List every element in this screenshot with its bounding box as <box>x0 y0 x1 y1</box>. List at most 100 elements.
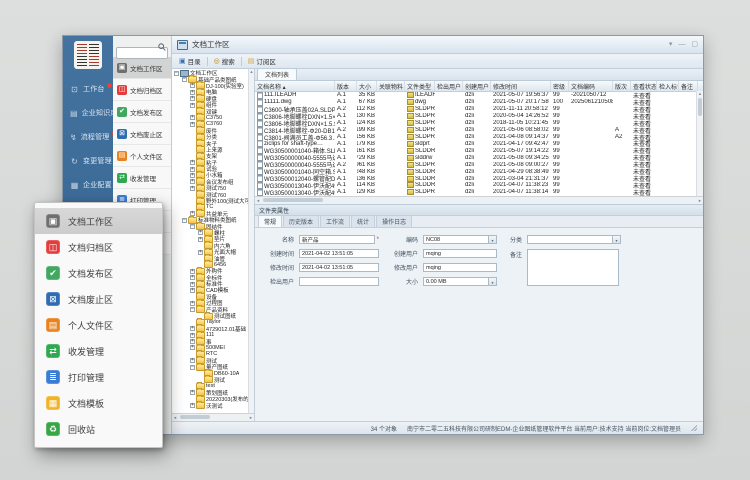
properties-tab-0[interactable]: 常规 <box>258 215 282 227</box>
toolbar-button-catalog[interactable]: ▣目录 <box>175 55 205 67</box>
tree-node[interactable]: +沃测试 <box>172 402 254 408</box>
tree-expander[interactable]: + <box>190 390 195 395</box>
sidebar-item-process[interactable]: ↯流程管理 <box>63 125 113 149</box>
search-icon[interactable] <box>158 43 166 51</box>
table-horizontal-scrollbar[interactable]: ◄ ► <box>255 196 703 204</box>
remark-field[interactable] <box>527 249 619 286</box>
properties-tab-1[interactable]: 历史版本 <box>283 215 319 227</box>
sidebar-item-knowledge[interactable]: ▤企业知识库 <box>63 101 113 125</box>
menu-item-publish[interactable]: ✔文档发布区 <box>113 101 171 123</box>
checkout-user-field[interactable] <box>299 277 379 286</box>
tree-expander[interactable]: + <box>190 173 195 178</box>
tree-expander[interactable]: + <box>190 167 195 172</box>
scrollbar-thumb[interactable] <box>698 98 702 116</box>
modify-user-field[interactable] <box>423 263 497 272</box>
window-collapse-button[interactable]: ▾ <box>669 40 673 50</box>
menu-item-workspace[interactable]: ▣文档工作区 <box>113 57 171 79</box>
tree-expander[interactable]: − <box>190 307 195 312</box>
tree-expander[interactable]: + <box>190 115 195 120</box>
resize-grip[interactable] <box>691 425 697 431</box>
tree-expander[interactable]: + <box>190 103 195 108</box>
tree-expander[interactable]: − <box>182 77 187 82</box>
properties-tab-2[interactable]: 工作流 <box>320 215 350 227</box>
sidebar-item-config[interactable]: ▦企业配置 <box>63 173 113 197</box>
properties-tab-3[interactable]: 统计 <box>351 215 375 227</box>
tree-expander[interactable]: + <box>190 301 195 306</box>
create-time-field[interactable] <box>299 249 379 258</box>
tree-expander[interactable]: − <box>190 224 195 229</box>
tree-expander[interactable]: − <box>174 71 179 76</box>
column-header-create_user[interactable]: 创建用户 <box>463 81 491 91</box>
tree-expander[interactable]: + <box>190 326 195 331</box>
scroll-right-icon[interactable]: ► <box>249 414 253 421</box>
menu-item-archive[interactable]: ◫文档归档区 <box>113 79 171 101</box>
toolbar-button-subscribe[interactable]: ▤订阅区 <box>244 55 280 67</box>
tree-expander[interactable]: + <box>190 275 195 280</box>
tree-expander[interactable]: + <box>190 282 195 287</box>
tree-expander[interactable]: − <box>190 365 195 370</box>
tree-expander[interactable]: + <box>190 160 195 165</box>
menu-item-obsolete[interactable]: ⊠文档废止区 <box>35 286 162 312</box>
tree-expander[interactable]: + <box>190 339 195 344</box>
menu-item-sendrecv[interactable]: ⇄收发管理 <box>35 338 162 364</box>
tab-document-list[interactable]: 文档列表 <box>257 68 297 80</box>
tree-expander[interactable]: + <box>198 230 203 235</box>
scroll-left-icon[interactable]: ◄ <box>173 414 177 421</box>
modify-time-field[interactable] <box>299 263 379 272</box>
column-header-checkout_user[interactable]: 检出用户 <box>435 81 463 91</box>
menu-item-archive[interactable]: ◫文档归档区 <box>35 234 162 260</box>
tree-expander[interactable]: + <box>198 237 203 242</box>
tree-expander[interactable]: + <box>190 269 195 274</box>
column-header-material[interactable]: 关联物料 <box>377 81 405 91</box>
sidebar-item-workbench[interactable]: ⊡工作台 <box>63 77 113 101</box>
create-user-field[interactable] <box>423 249 497 258</box>
column-header-name[interactable]: 文档名称 ▴ <box>255 81 335 91</box>
column-header-filetype[interactable]: 文件类型 <box>405 81 435 91</box>
tree-expander[interactable]: + <box>190 122 195 127</box>
tree-expander[interactable]: + <box>190 333 195 338</box>
table-row[interactable]: WG30500013040-伊沃配490…A.1129 KBSLDPRTdzli… <box>255 189 703 196</box>
column-header-remark[interactable]: 备注 <box>679 81 698 91</box>
tree-expander[interactable]: + <box>190 288 195 293</box>
tree-expander[interactable]: + <box>190 179 195 184</box>
column-header-rev[interactable]: 版次 <box>613 81 631 91</box>
tree-expander[interactable]: + <box>190 90 195 95</box>
menu-item-personal[interactable]: ▤个人文件区 <box>35 312 162 338</box>
menu-item-obsolete[interactable]: ⊠文档废止区 <box>113 123 171 145</box>
chevron-down-icon[interactable]: ▾ <box>489 277 497 286</box>
toolbar-button-search[interactable]: ◎搜索 <box>210 55 239 67</box>
tree-expander[interactable]: + <box>190 345 195 350</box>
name-field[interactable] <box>299 235 375 244</box>
tree-expander[interactable]: − <box>182 218 187 223</box>
menu-item-recycle[interactable]: ♻回收站 <box>35 416 162 442</box>
tree-expander[interactable]: + <box>198 250 203 255</box>
tree-expander[interactable]: + <box>190 403 195 408</box>
scrollbar-thumb[interactable] <box>180 415 210 419</box>
menu-item-personal[interactable]: ▤个人文件区 <box>113 145 171 167</box>
tree-expander[interactable]: + <box>190 186 195 191</box>
sidebar-item-change[interactable]: ↻变更管理 <box>63 149 113 173</box>
menu-item-print[interactable]: ≣打印管理 <box>35 364 162 390</box>
table-vertical-scrollbar[interactable]: ▲ <box>696 91 703 197</box>
tree-expander[interactable]: + <box>190 358 195 363</box>
window-minimize-button[interactable]: — <box>678 40 685 50</box>
scrollbar-thumb[interactable] <box>263 198 323 202</box>
column-header-view_status[interactable]: 查看状态 <box>631 81 657 91</box>
menu-item-workspace[interactable]: ▣文档工作区 <box>35 208 162 234</box>
code-field[interactable] <box>423 235 489 244</box>
column-header-doc_code[interactable]: 文档编码 <box>569 81 613 91</box>
column-header-size[interactable]: 大小 <box>357 81 377 91</box>
scroll-left-icon[interactable]: ◄ <box>256 197 260 204</box>
tree-horizontal-scrollbar[interactable]: ◄ ► <box>172 413 254 421</box>
tree-expander[interactable]: + <box>190 96 195 101</box>
chevron-down-icon[interactable]: ▾ <box>489 235 497 244</box>
column-header-modify_time[interactable]: 修改时间 <box>491 81 551 91</box>
menu-item-template[interactable]: ▦文档模板 <box>35 390 162 416</box>
category-field[interactable] <box>527 235 613 244</box>
chevron-down-icon[interactable]: ▾ <box>613 235 621 244</box>
menu-item-sendrecv[interactable]: ⇄收发管理 <box>113 167 171 189</box>
properties-tab-4[interactable]: 操作日志 <box>376 215 412 227</box>
scroll-right-icon[interactable]: ► <box>698 197 702 204</box>
column-header-version[interactable]: 版本 <box>335 81 357 91</box>
column-header-checkin_mark[interactable]: 检入标记 <box>657 81 679 91</box>
